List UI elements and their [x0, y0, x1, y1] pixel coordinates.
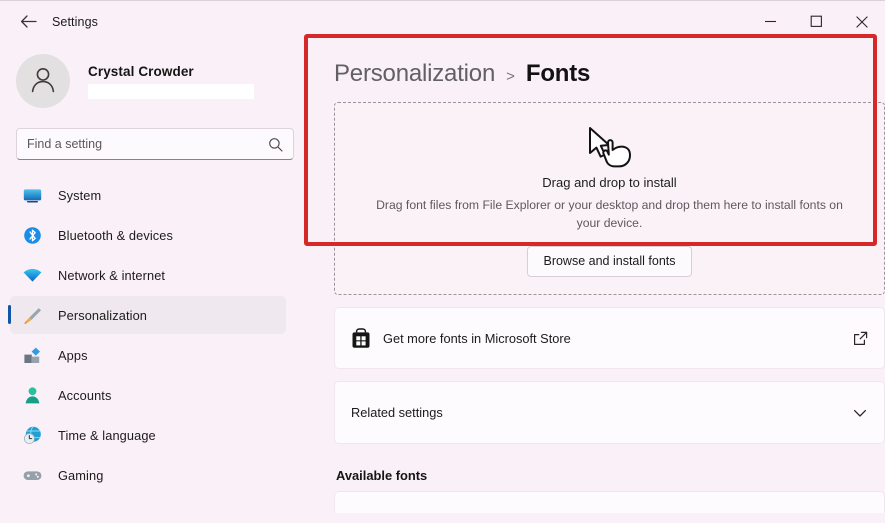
sidebar-item-label: Time & language	[58, 427, 156, 443]
account-summary[interactable]: Crystal Crowder	[0, 42, 294, 108]
sidebar-item-apps[interactable]: Apps	[10, 336, 286, 374]
available-fonts-heading: Available fonts	[336, 468, 428, 483]
microsoft-store-icon	[351, 327, 379, 349]
drop-zone-wrapper: Drag and drop to install Drag font files…	[304, 34, 885, 295]
sidebar-item-gaming[interactable]: Gaming	[10, 456, 286, 494]
browse-and-install-fonts-button[interactable]: Browse and install fonts	[527, 245, 692, 277]
wifi-icon	[20, 263, 44, 287]
close-button[interactable]	[839, 1, 885, 42]
drop-zone-description: Drag font files from File Explorer or yo…	[376, 198, 843, 231]
sidebar-item-system[interactable]: System	[10, 176, 286, 214]
minimize-button[interactable]	[747, 1, 793, 42]
available-fonts-list-peek[interactable]	[334, 491, 885, 513]
sidebar-nav: System Bluetooth & devices Network & int…	[0, 176, 294, 494]
sidebar-item-label: Network & internet	[58, 267, 166, 283]
maximize-icon	[810, 15, 823, 28]
chevron-down-icon[interactable]	[852, 405, 868, 421]
content-pane: Personalization > Fonts Drag and drop to…	[304, 34, 885, 523]
sidebar-item-label: Accounts	[58, 387, 112, 403]
search-icon	[268, 137, 283, 152]
related-settings-row[interactable]: Related settings	[334, 381, 885, 444]
monitor-icon	[20, 183, 44, 207]
get-more-fonts-label: Get more fonts in Microsoft Store	[383, 330, 571, 346]
sidebar-item-label: System	[58, 187, 102, 203]
minimize-icon	[764, 16, 777, 27]
get-more-fonts-row[interactable]: Get more fonts in Microsoft Store	[334, 307, 885, 369]
account-name: Crystal Crowder	[88, 63, 194, 79]
account-text: Crystal Crowder	[88, 64, 254, 99]
font-drop-zone[interactable]: Drag and drop to install Drag font files…	[334, 102, 885, 295]
apps-icon	[20, 343, 44, 367]
bluetooth-icon	[20, 223, 44, 247]
drag-drop-cursor-icon	[345, 121, 874, 173]
account-icon	[20, 383, 44, 407]
maximize-button[interactable]	[793, 1, 839, 42]
avatar	[16, 54, 70, 108]
close-icon	[855, 15, 869, 29]
sidebar-item-personalization[interactable]: Personalization	[8, 296, 286, 334]
main-layout: Crystal Crowder Find a setting System Bl…	[0, 34, 885, 523]
breadcrumb-parent[interactable]: Personalization	[334, 60, 495, 88]
title-bar: Settings	[0, 1, 885, 42]
sidebar-item-bluetooth-devices[interactable]: Bluetooth & devices	[10, 216, 286, 254]
sidebar-item-time-language[interactable]: Time & language	[10, 416, 286, 454]
external-link-icon[interactable]	[853, 331, 868, 346]
gamepad-icon	[20, 463, 44, 487]
sidebar-item-label: Apps	[58, 347, 88, 363]
back-arrow-icon	[20, 14, 37, 29]
drop-zone-title: Drag and drop to install	[542, 175, 677, 190]
sidebar-item-network-internet[interactable]: Network & internet	[10, 256, 286, 294]
search-input[interactable]	[27, 137, 268, 151]
sidebar-item-label: Bluetooth & devices	[58, 227, 174, 243]
person-avatar-icon	[26, 62, 60, 101]
app-title: Settings	[52, 14, 98, 29]
paintbrush-icon	[20, 303, 44, 327]
sidebar: Crystal Crowder Find a setting System Bl…	[0, 42, 310, 523]
search-box[interactable]	[16, 128, 294, 160]
sidebar-item-label: Personalization	[58, 307, 147, 323]
page-title: Fonts	[525, 60, 591, 87]
sidebar-item-label: Gaming	[58, 467, 104, 483]
window-controls	[747, 1, 885, 42]
clock-globe-icon	[20, 423, 44, 447]
account-email-redacted	[88, 83, 254, 99]
settings-window: Settings Crystal Crowder Find a setting …	[0, 0, 885, 523]
related-settings-label: Related settings	[351, 405, 443, 420]
chevron-right-icon: >	[506, 68, 515, 85]
breadcrumb: Personalization > Fonts	[324, 42, 885, 88]
back-button[interactable]	[10, 7, 46, 37]
sidebar-item-accounts[interactable]: Accounts	[10, 376, 286, 414]
